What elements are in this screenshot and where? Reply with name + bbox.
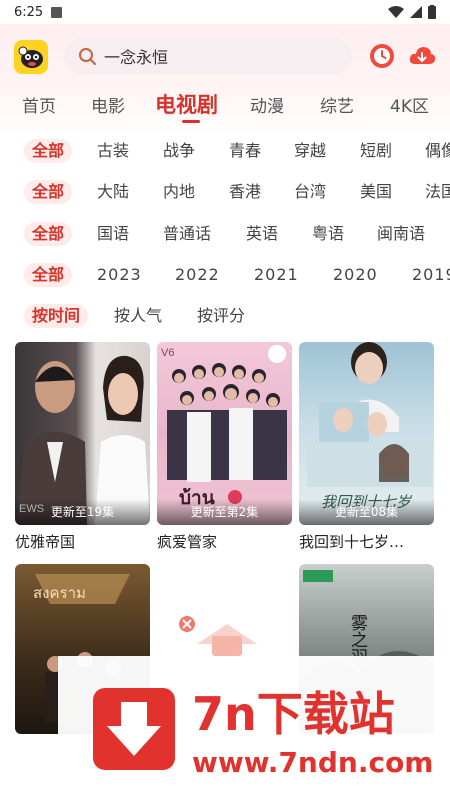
card-title: 我回到十七岁… [299, 533, 405, 551]
download-arrow-icon [93, 688, 175, 770]
sort-chip[interactable]: 按时间 [23, 302, 89, 330]
poster-image: EWS 更新至19集 [15, 342, 150, 525]
filter-chip[interactable]: 全部 [23, 137, 73, 165]
watermark-overlay: 7n下载站 www.7ndn.com [58, 656, 450, 800]
watermark-url: www.7ndn.com [192, 746, 434, 779]
filter-chip[interactable]: 2020 [333, 261, 378, 289]
poster-image: V6 บ้าน 更新至第2集 [157, 342, 292, 525]
update-badge: 更新至第2集 [157, 499, 292, 525]
filter-chip[interactable]: 偶像 [425, 137, 450, 165]
filter-chip[interactable]: 2019 [412, 261, 450, 289]
filter-chip[interactable]: 台湾 [294, 178, 326, 206]
active-tab-indicator [182, 120, 200, 123]
status-time: 6:25 [14, 4, 44, 20]
filter-row-sort: 按时间 按人气 按评分 [0, 302, 450, 332]
filter-chip[interactable]: 闽南语 [377, 220, 425, 248]
filter-chip[interactable]: 英语 [246, 220, 278, 248]
tab-movie[interactable]: 电影 [91, 92, 125, 117]
filter-row-language: 全部 国语 普通话 英语 粤语 闽南语 [0, 220, 450, 250]
filter-chip[interactable]: 穿越 [294, 137, 326, 165]
filter-chip[interactable]: 短剧 [360, 137, 392, 165]
filter-chip[interactable]: 2021 [254, 261, 299, 289]
video-card[interactable]: V6 บ้าน 更新至第2集 疯爱管家 [157, 342, 292, 552]
filter-chip[interactable]: 国语 [97, 220, 129, 248]
sort-chip[interactable]: 按评分 [197, 302, 245, 330]
video-card[interactable]: 我回到十七岁 更新至08集 我回到十七岁… [299, 342, 434, 552]
app-logo[interactable] [14, 40, 48, 74]
tab-variety[interactable]: 综艺 [320, 92, 354, 117]
search-bar[interactable]: 一念永恒 [64, 38, 352, 74]
svg-text:V6: V6 [161, 347, 174, 359]
update-badge: 更新至19集 [15, 499, 150, 525]
filter-chip[interactable]: 粤语 [312, 220, 344, 248]
tab-home[interactable]: 首页 [22, 92, 56, 117]
filter-chip[interactable]: 2022 [175, 261, 220, 289]
poster-image: 我回到十七岁 更新至08集 [299, 342, 434, 525]
filter-chip[interactable]: 全部 [23, 220, 73, 248]
filter-row-year: 全部 2023 2022 2021 2020 2019 [0, 261, 450, 291]
signal-icon [410, 6, 422, 18]
filter-chip[interactable]: 2023 [97, 261, 142, 289]
filter-chip[interactable]: 内地 [163, 178, 195, 206]
filter-chip[interactable]: 古装 [97, 137, 129, 165]
update-badge: 更新至08集 [299, 499, 434, 525]
history-clock-icon[interactable] [368, 42, 396, 70]
filter-row-region: 全部 大陆 内地 香港 台湾 美国 法国 [0, 178, 450, 208]
watermark-title: 7n下载站 [192, 687, 395, 741]
filter-chip[interactable]: 法国 [425, 178, 450, 206]
card-title: 优雅帝国 [15, 533, 76, 551]
wifi-icon [388, 6, 404, 18]
app-mascot-icon [18, 46, 43, 68]
tab-tv-series[interactable]: 电视剧 [155, 89, 218, 119]
status-bar: 6:25 [0, 0, 450, 24]
tab-anime[interactable]: 动漫 [250, 92, 284, 117]
cloud-download-icon[interactable] [408, 42, 436, 70]
filter-chip[interactable]: 青春 [229, 137, 261, 165]
filter-chip[interactable]: 大陆 [97, 178, 129, 206]
battery-icon [428, 5, 436, 19]
search-icon [79, 48, 96, 65]
filter-chip[interactable]: 香港 [229, 178, 261, 206]
sort-chip[interactable]: 按人气 [114, 302, 162, 330]
gallery-icon [51, 6, 63, 18]
filter-chip[interactable]: 普通话 [163, 220, 211, 248]
video-card[interactable]: EWS 更新至19集 优雅帝国 [15, 342, 150, 552]
filter-chip[interactable]: 美国 [360, 178, 392, 206]
card-title: 疯爱管家 [157, 533, 218, 551]
filter-chip[interactable]: 全部 [23, 261, 73, 289]
svg-text:สงคราม: สงคราม [33, 584, 86, 602]
filter-chip[interactable]: 全部 [23, 178, 73, 206]
filter-chip[interactable]: 战争 [163, 137, 195, 165]
filter-row-genre: 全部 古装 战争 青春 穿越 短剧 偶像 [0, 137, 450, 167]
tab-4k[interactable]: 4K区 [390, 92, 429, 117]
search-placeholder: 一念永恒 [104, 48, 169, 67]
